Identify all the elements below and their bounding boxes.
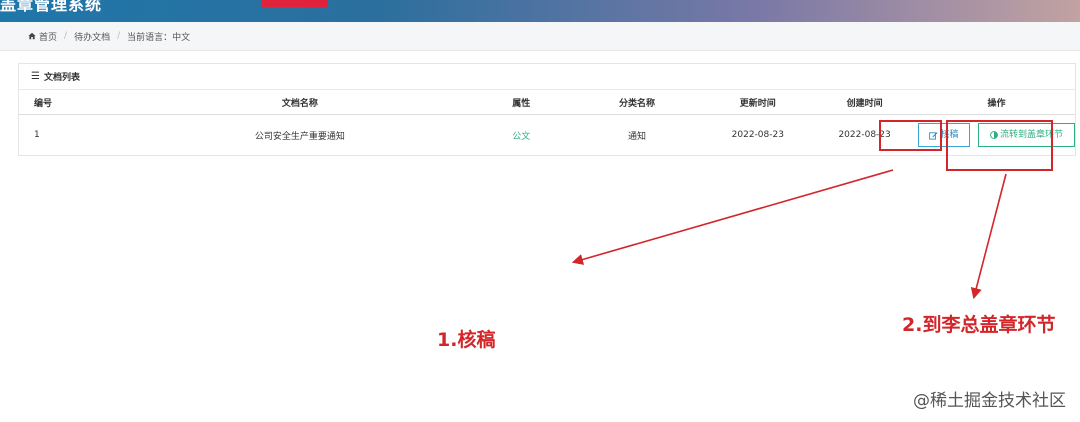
arrow-to-step2 [970,173,1007,300]
annotation-arrows [571,169,1007,300]
annotation-step1: 1.核稿 [437,329,496,351]
watermark: @稀土掘金技术社区 [913,391,1066,411]
arrow-to-step1 [571,169,894,265]
annotation-step2: 2.到李总盖章环节 [902,314,1056,336]
